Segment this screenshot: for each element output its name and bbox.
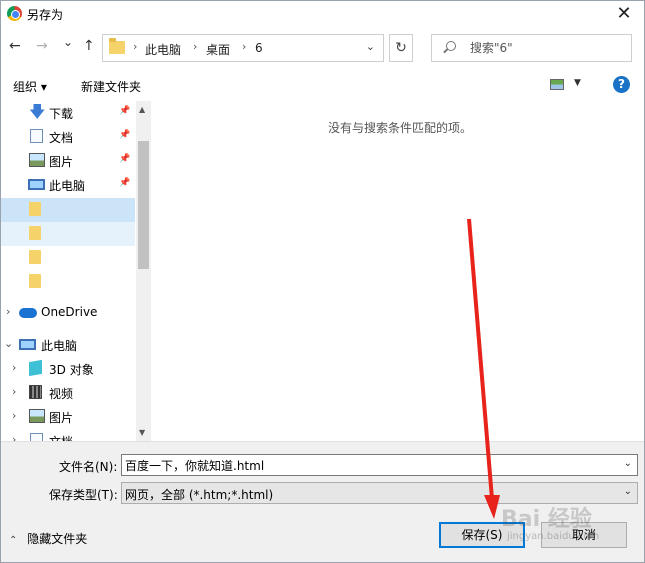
chevron-down-icon[interactable]: ⌄ [4, 337, 13, 350]
up-button[interactable]: ↑ [83, 38, 95, 54]
forward-button[interactable]: → [36, 38, 48, 54]
filename-input[interactable] [125, 457, 605, 473]
breadcrumb-chevron-icon[interactable]: › [242, 40, 246, 53]
sidebar-item-pictures[interactable]: 图片 📌 [1, 149, 135, 173]
view-options-icon[interactable] [550, 79, 564, 90]
navigation-pane-scrollbar[interactable]: ▲ ▼ [136, 101, 151, 441]
pictures-icon [29, 409, 45, 423]
folder-icon [29, 226, 41, 240]
computer-icon [19, 339, 36, 350]
address-bar[interactable]: › 此电脑 › 桌面 › 6 ⌄ [102, 34, 384, 62]
scroll-down-icon[interactable]: ▼ [139, 428, 145, 437]
folder-icon [29, 250, 41, 264]
sidebar-item-3d-objects[interactable]: › 3D 对象 [1, 357, 135, 381]
3d-objects-icon [29, 359, 42, 377]
view-options-dropdown[interactable]: ▼ [574, 78, 581, 88]
back-button[interactable]: ← [9, 38, 21, 54]
new-folder-button[interactable]: 新建文件夹 [81, 78, 141, 95]
sidebar-item-folder[interactable] [1, 222, 135, 246]
sidebar-item-this-pc[interactable]: ⌄ 此电脑 [1, 333, 135, 357]
pin-icon[interactable]: 📌 [119, 130, 130, 140]
breadcrumb-folder-6[interactable]: 6 [255, 41, 263, 55]
sidebar-item-folder[interactable] [1, 246, 135, 270]
document-icon [30, 433, 43, 441]
chevron-right-icon[interactable]: › [12, 385, 16, 398]
filename-field[interactable]: ⌄ [121, 454, 638, 476]
folder-icon [109, 38, 125, 54]
search-input[interactable] [470, 39, 620, 57]
close-button[interactable]: ✕ [612, 3, 636, 24]
chevron-right-icon[interactable]: › [12, 409, 16, 422]
help-button[interactable]: ? [613, 76, 630, 93]
chevron-down-icon[interactable]: ⌄ [624, 458, 632, 469]
breadcrumb-chevron-icon[interactable]: › [193, 40, 197, 53]
document-icon [30, 129, 43, 143]
download-icon: 🡇 [29, 102, 46, 121]
breadcrumb-this-pc[interactable]: 此电脑 [145, 41, 181, 58]
scrollbar-thumb[interactable] [138, 141, 149, 269]
navigation-bar: ← → ⌄ ↑ › 此电脑 › 桌面 › 6 ⌄ ↻ [1, 27, 644, 69]
search-icon [446, 41, 456, 51]
filetype-label: 保存类型(T): [49, 488, 118, 502]
breadcrumb-desktop[interactable]: 桌面 [206, 41, 230, 58]
folder-icon [29, 274, 41, 288]
hide-folders-toggle[interactable]: ⌃ 隐藏文件夹 [9, 530, 87, 547]
recent-locations-button[interactable]: ⌄ [63, 35, 73, 49]
folder-icon [29, 202, 41, 216]
organize-button[interactable]: 组织 ▾ [13, 78, 47, 95]
navigation-pane: 🡇 下载 📌 文档 📌 图片 📌 此电脑 📌 › OneDrive ⌄ 此电脑 … [1, 101, 151, 441]
search-box[interactable] [431, 34, 632, 62]
sidebar-item-folder[interactable] [1, 270, 135, 294]
video-icon [29, 385, 42, 399]
sidebar-item-folder[interactable] [1, 198, 135, 222]
sidebar-item-videos[interactable]: › 视频 [1, 381, 135, 405]
hide-folders-label: 隐藏文件夹 [27, 532, 88, 546]
file-list[interactable]: 没有与搜索条件匹配的项。 [152, 101, 644, 441]
pin-icon[interactable]: 📌 [119, 106, 130, 116]
pictures-icon [29, 153, 45, 167]
chrome-icon [7, 6, 22, 21]
chevron-right-icon[interactable]: › [12, 361, 16, 374]
breadcrumb-chevron-icon[interactable]: › [133, 40, 137, 53]
save-as-dialog: 另存为 ✕ ← → ⌄ ↑ › 此电脑 › 桌面 › 6 ⌄ ↻ 组织 ▾ 新建… [0, 0, 645, 563]
watermark-url: jingyan.baidu.com [507, 531, 600, 542]
sidebar-item-this-pc-quick[interactable]: 此电脑 📌 [1, 173, 135, 197]
command-bar: 组织 ▾ 新建文件夹 ▼ ? [1, 71, 644, 101]
pin-icon[interactable]: 📌 [119, 178, 130, 188]
chevron-up-icon: ⌃ [9, 535, 18, 546]
window-title: 另存为 [27, 8, 64, 22]
filetype-value: 网页，全部 (*.htm;*.html) [125, 488, 274, 502]
onedrive-cloud-icon [19, 308, 37, 318]
chevron-right-icon[interactable]: › [6, 305, 10, 318]
sidebar-item-onedrive[interactable]: › OneDrive [1, 301, 135, 325]
empty-results-message: 没有与搜索条件匹配的项。 [328, 121, 473, 135]
refresh-button[interactable]: ↻ [389, 34, 413, 62]
computer-icon [28, 179, 45, 190]
sidebar-item-documents-pc[interactable]: › 文档 [1, 429, 135, 441]
title-bar: 另存为 ✕ [1, 1, 644, 27]
chevron-down-icon[interactable]: ⌄ [366, 40, 375, 53]
filename-label: 文件名(N): [59, 460, 118, 474]
sidebar-item-pictures-pc[interactable]: › 图片 [1, 405, 135, 429]
sidebar-item-documents[interactable]: 文档 📌 [1, 125, 135, 149]
chevron-down-icon[interactable]: ⌄ [624, 486, 632, 497]
sidebar-item-downloads[interactable]: 🡇 下载 📌 [1, 101, 135, 125]
watermark-logo: Bai 经验 [501, 507, 592, 532]
pin-icon[interactable]: 📌 [119, 154, 130, 164]
chevron-right-icon[interactable]: › [12, 433, 16, 441]
scroll-up-icon[interactable]: ▲ [139, 105, 145, 114]
